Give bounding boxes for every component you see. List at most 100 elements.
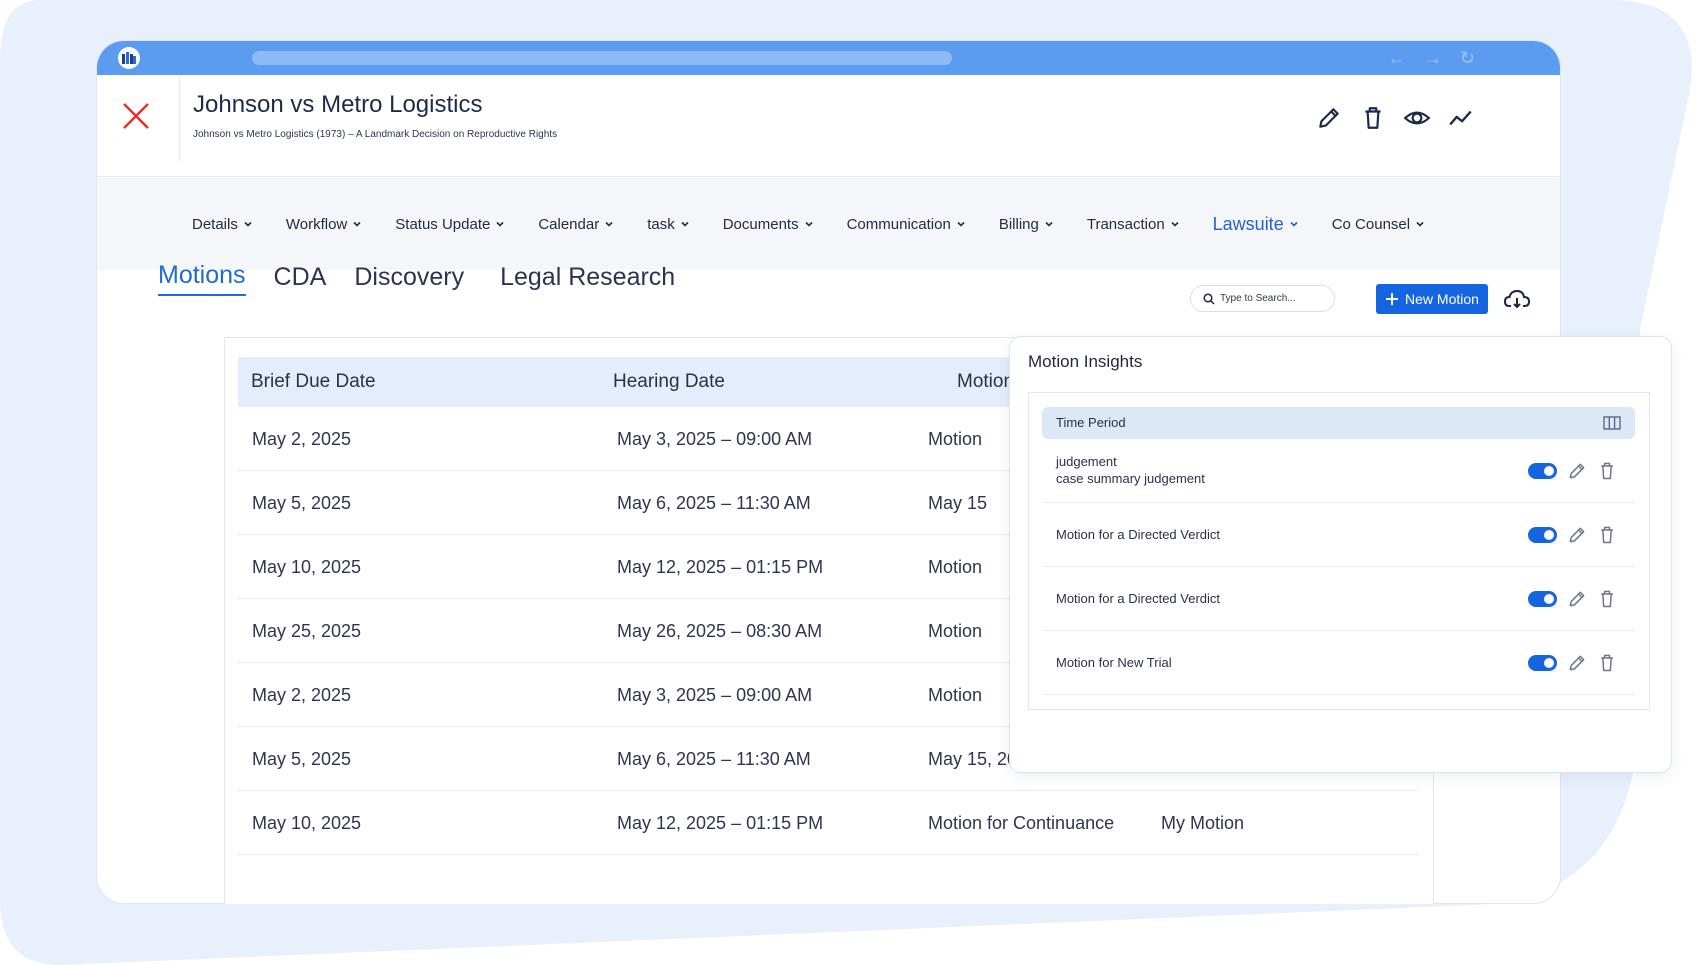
- case-subtitle: Johnson vs Metro Logistics (1973) – A La…: [193, 129, 558, 140]
- nav-item-calendar[interactable]: Calendar: [538, 216, 614, 233]
- insights-title: Motion Insights: [1028, 352, 1143, 371]
- insight-text: judgement case summary judgement: [1056, 453, 1205, 487]
- cell-motion: Motion: [928, 621, 983, 641]
- nav-item-lawsuite[interactable]: Lawsuite: [1213, 214, 1299, 235]
- insight-text: Motion for a Directed Verdict: [1056, 526, 1220, 543]
- table-row[interactable]: May 10, 2025 May 12, 2025 – 01:15 PM Motio…: [238, 791, 1418, 855]
- nav-item-label: Status Update: [395, 215, 491, 233]
- delete-icon[interactable]: [1597, 461, 1617, 481]
- time-period-bar[interactable]: Time Period: [1042, 407, 1635, 439]
- section-nav: Details Workflow Status Update Calendar task…: [97, 178, 1560, 270]
- nav-item-label: Co Counsel: [1331, 215, 1411, 233]
- insight-item[interactable]: Motion for a Directed Verdict: [1042, 503, 1635, 567]
- cell-brief-due: May 10, 2025: [252, 813, 362, 833]
- insight-actions: [1528, 503, 1617, 567]
- motion-tabs: Motions CDA Discovery Legal Research: [158, 261, 703, 296]
- reload-icon[interactable]: ↻: [1460, 48, 1475, 68]
- motion-insights-panel: Motion Insights Time Period judgement cas…: [1009, 336, 1672, 773]
- case-header: Johnson vs Metro Logistics Johnson vs Me…: [97, 75, 1560, 177]
- tab-discovery[interactable]: Discovery: [354, 263, 464, 296]
- enable-toggle[interactable]: [1528, 463, 1557, 479]
- delete-icon[interactable]: [1360, 105, 1386, 131]
- analytics-icon[interactable]: [1448, 105, 1474, 131]
- tab-cda[interactable]: CDA: [274, 263, 327, 296]
- enable-toggle[interactable]: [1528, 527, 1557, 543]
- cell-brief-due: May 2, 2025: [252, 685, 352, 705]
- nav-item-documents[interactable]: Documents: [723, 216, 814, 233]
- chevron-down-icon: [353, 221, 361, 227]
- cell-hearing: May 3, 2025 – 09:00 AM: [617, 429, 813, 449]
- header-actions: [1316, 105, 1474, 131]
- nav-item-transaction[interactable]: Transaction: [1087, 216, 1180, 233]
- forward-arrow-icon[interactable]: →: [1424, 48, 1442, 68]
- edit-icon[interactable]: [1567, 525, 1587, 545]
- nav-item-label: Billing: [998, 215, 1039, 233]
- chevron-down-icon: [605, 221, 613, 227]
- nav-item-communication[interactable]: Communication: [847, 216, 966, 233]
- nav-item-label: Transaction: [1086, 215, 1165, 233]
- col-hearing-date: Hearing Date: [613, 371, 725, 392]
- chevron-down-icon: [681, 221, 689, 227]
- search-input[interactable]: [1220, 293, 1320, 304]
- nav-item-task[interactable]: task: [647, 216, 690, 233]
- chevron-down-icon: [1416, 221, 1424, 227]
- search-box[interactable]: [1190, 285, 1335, 312]
- new-motion-button[interactable]: New Motion: [1376, 284, 1488, 314]
- edit-icon[interactable]: [1316, 105, 1342, 131]
- view-icon[interactable]: [1403, 105, 1431, 131]
- insight-item[interactable]: Motion for New Trial: [1042, 631, 1635, 695]
- nav-item-label: Calendar: [538, 215, 600, 233]
- header-divider: [179, 75, 180, 161]
- col-motion: Motion: [957, 371, 1015, 392]
- cell-motion: Motion for Continuance: [928, 813, 1115, 833]
- time-period-label: Time Period: [1056, 415, 1126, 430]
- delete-icon[interactable]: [1597, 653, 1617, 673]
- columns-icon[interactable]: [1603, 416, 1621, 430]
- enable-toggle[interactable]: [1528, 591, 1557, 607]
- edit-icon[interactable]: [1567, 589, 1587, 609]
- insight-actions: [1528, 567, 1617, 631]
- chevron-down-icon: [957, 221, 965, 227]
- insight-subtitle: case summary judgement: [1056, 471, 1205, 486]
- close-icon[interactable]: [121, 101, 151, 131]
- insight-item[interactable]: Motion for a Directed Verdict: [1042, 567, 1635, 631]
- nav-item-billing[interactable]: Billing: [999, 216, 1054, 233]
- chevron-down-icon: [1290, 221, 1298, 227]
- cell-brief-due: May 5, 2025: [252, 493, 352, 513]
- col-brief-due-date: Brief Due Date: [251, 371, 376, 392]
- chevron-down-icon: [805, 221, 813, 227]
- cell-hearing: May 12, 2025 – 01:15 PM: [617, 813, 824, 833]
- edit-icon[interactable]: [1567, 461, 1587, 481]
- cell-motion: Motion: [928, 429, 983, 449]
- tab-legal-research[interactable]: Legal Research: [500, 263, 675, 296]
- back-arrow-icon[interactable]: ←: [1388, 48, 1406, 68]
- cell-hearing: May 6, 2025 – 11:30 AM: [617, 493, 811, 513]
- chevron-down-icon: [1171, 221, 1179, 227]
- cell-hearing: May 12, 2025 – 01:15 PM: [617, 557, 824, 577]
- insight-title: Motion for New Trial: [1056, 655, 1172, 670]
- nav-item-label: Communication: [846, 215, 951, 233]
- insight-item[interactable]: judgement case summary judgement: [1042, 439, 1635, 503]
- cell-brief-due: May 25, 2025: [252, 621, 362, 641]
- cloud-download-icon[interactable]: [1504, 287, 1530, 311]
- nav-item-co-counsel[interactable]: Co Counsel: [1332, 216, 1425, 233]
- nav-item-details[interactable]: Details: [192, 216, 253, 233]
- nav-item-label: Details: [192, 215, 238, 233]
- cell-hearing: May 3, 2025 – 09:00 AM: [617, 685, 813, 705]
- cell-brief-due: May 5, 2025: [252, 749, 352, 769]
- chevron-down-icon: [244, 221, 252, 227]
- address-bar[interactable]: [252, 51, 952, 65]
- nav-item-label: task: [647, 215, 675, 233]
- nav-item-status-update[interactable]: Status Update: [395, 216, 505, 233]
- cell-brief-due: May 10, 2025: [252, 557, 362, 577]
- nav-item-workflow[interactable]: Workflow: [286, 216, 362, 233]
- cell-hearing: May 26, 2025 – 08:30 AM: [617, 621, 823, 641]
- browser-nav: ← → ↻: [1388, 48, 1475, 68]
- delete-icon[interactable]: [1597, 589, 1617, 609]
- tab-motions[interactable]: Motions: [158, 261, 246, 296]
- delete-icon[interactable]: [1597, 525, 1617, 545]
- insights-list: Time Period judgement case summary judgem…: [1028, 392, 1650, 710]
- enable-toggle[interactable]: [1528, 655, 1557, 671]
- title-bar: ← → ↻: [97, 41, 1560, 75]
- edit-icon[interactable]: [1567, 653, 1587, 673]
